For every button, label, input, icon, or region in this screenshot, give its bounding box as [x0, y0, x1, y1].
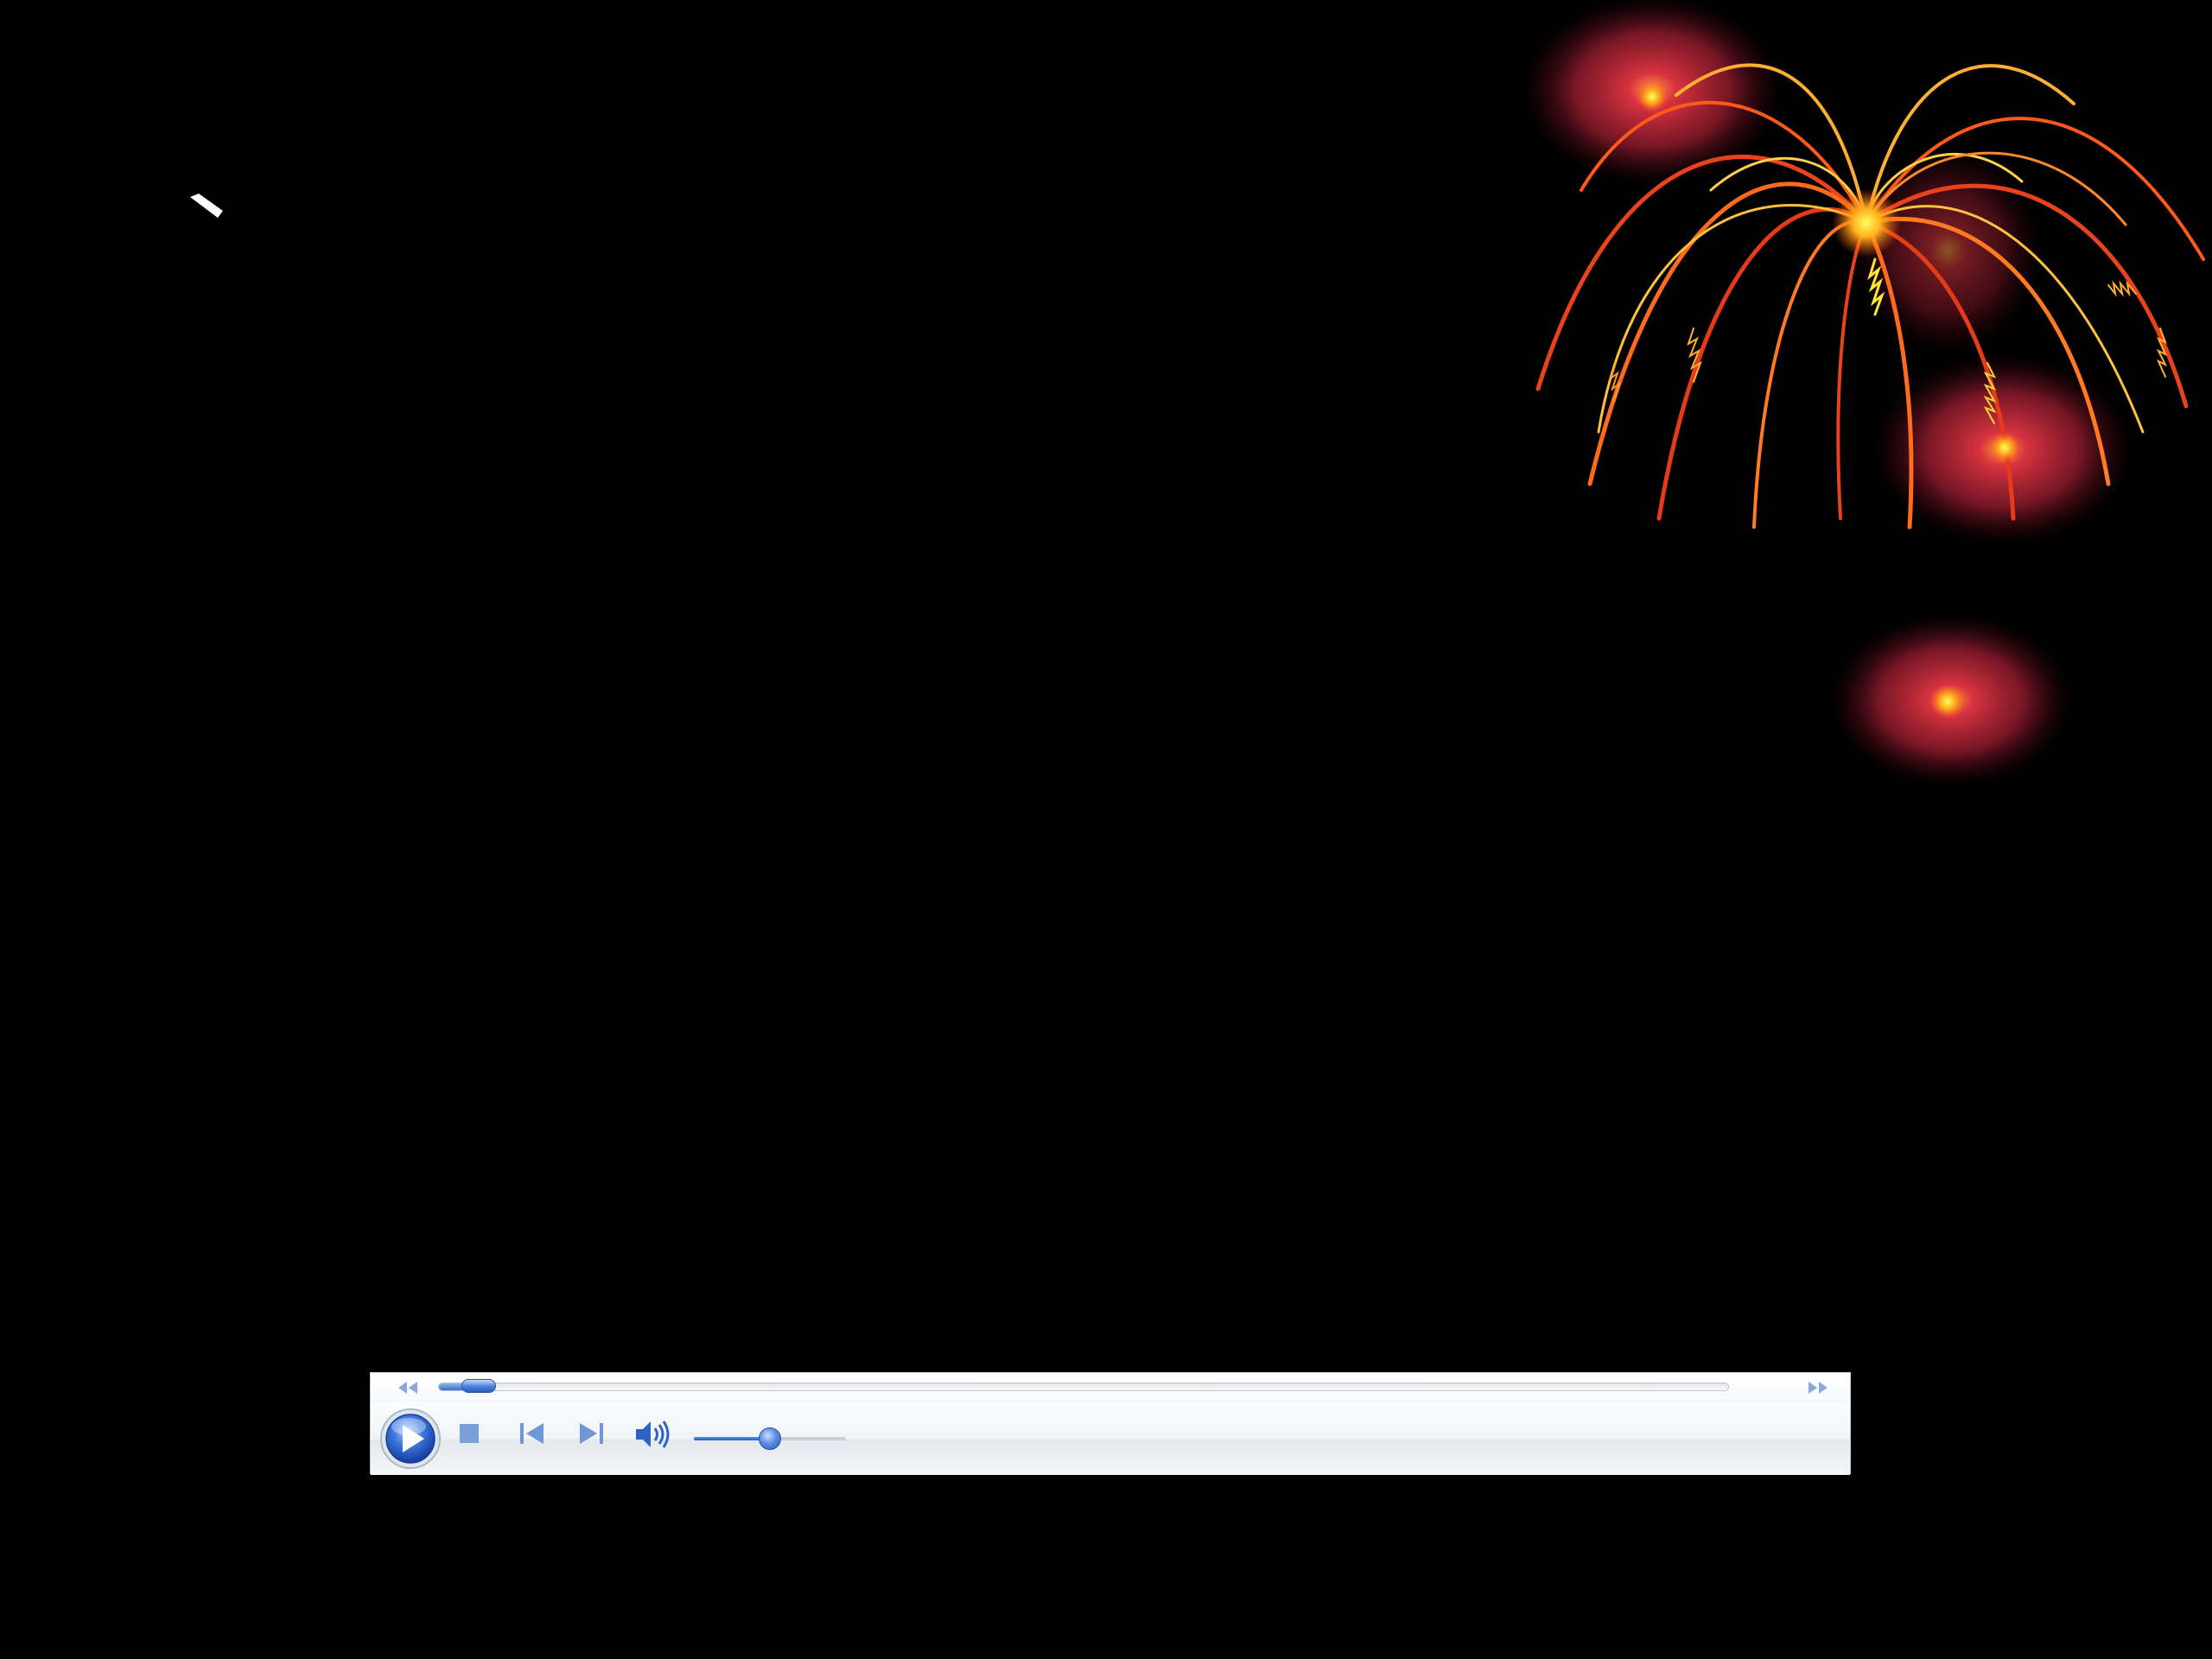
previous-track-icon[interactable]	[518, 1420, 547, 1447]
play-icon[interactable]	[379, 1408, 442, 1470]
speaker-icon[interactable]	[633, 1417, 671, 1452]
stop-icon[interactable]	[457, 1421, 481, 1446]
fast-forward-icon[interactable]	[1805, 1380, 1831, 1395]
controls-row	[371, 1402, 1850, 1475]
tick-mark	[190, 194, 223, 218]
firework-core	[1832, 188, 1901, 257]
volume-thumb[interactable]	[759, 1427, 781, 1450]
slide-background	[0, 0, 2212, 1659]
seek-slider[interactable]	[438, 1379, 1729, 1393]
firework-spark	[1989, 432, 2020, 463]
media-player-bar	[370, 1372, 1851, 1475]
firework-spark	[1637, 81, 1668, 112]
next-track-icon[interactable]	[576, 1420, 606, 1447]
seek-row	[371, 1373, 1850, 1402]
firework-spark	[1930, 684, 1965, 719]
volume-slider[interactable]	[694, 1427, 846, 1450]
rewind-icon[interactable]	[395, 1380, 421, 1395]
seek-thumb[interactable]	[461, 1379, 496, 1393]
fireworks-image	[1522, 0, 2205, 786]
